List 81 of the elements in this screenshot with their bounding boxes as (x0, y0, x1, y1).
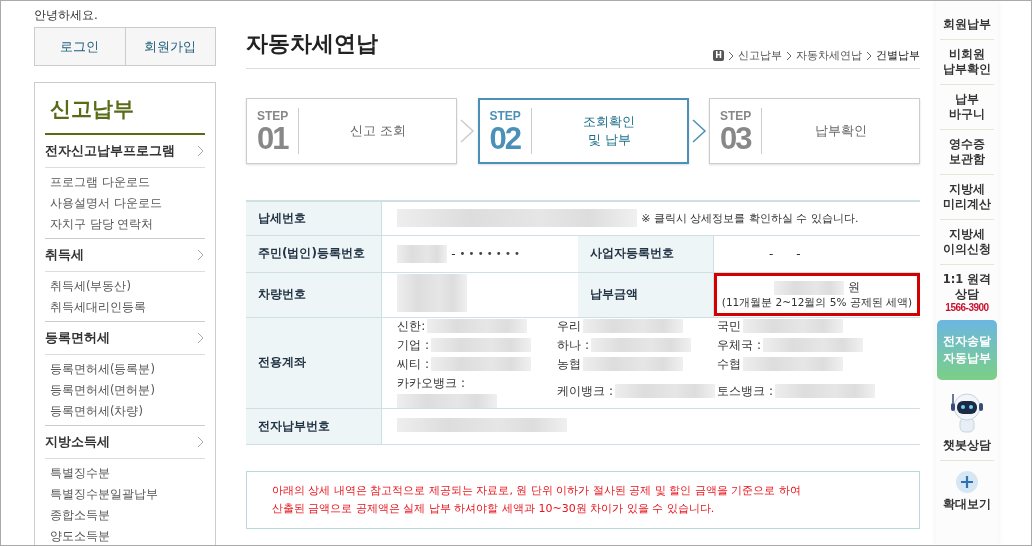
bank-name: 케이뱅크 : (557, 382, 614, 400)
sidebar-item[interactable]: 특별징수분일괄납부 (50, 484, 205, 505)
chevron-icon (197, 436, 205, 448)
row-label: 사업자등록번호 (578, 235, 714, 272)
id-separator: - (451, 246, 456, 261)
chevron-icon (197, 145, 205, 157)
step-number: 02 (489, 122, 521, 154)
quick-menu-link[interactable]: 영수증 보관함 (940, 130, 994, 175)
quick-menu-link[interactable]: 납부 바구니 (940, 85, 994, 130)
sidebar-item[interactable]: 양도소득분 (50, 526, 205, 545)
row-label: 주민(법인)등록번호 (246, 235, 382, 272)
row-label: 전용계좌 (246, 317, 382, 408)
chevron-icon (197, 249, 205, 261)
row-label: 납부금액 (578, 272, 714, 317)
quick-menu-link[interactable]: 회원납부 (940, 10, 994, 40)
bank-name: 신한: (397, 317, 426, 335)
quick-menu-link[interactable]: 지방세 이의신청 (940, 220, 994, 265)
currency-unit: 원 (848, 279, 860, 296)
phone-number: 1566-3900 (945, 302, 989, 313)
login-button[interactable]: 로그인 (35, 28, 126, 65)
chatbot-link[interactable]: 챗봇상담 (943, 438, 991, 453)
step-label: STEP (720, 108, 752, 123)
sidebar-group[interactable]: 지방소득세 (45, 426, 205, 459)
bank-name: 농협 (557, 355, 582, 373)
redacted-value (397, 274, 468, 312)
sidebar-group[interactable]: 등록면허세 (45, 322, 205, 355)
business-number: - - (768, 246, 801, 261)
greeting-text: 안녕하세요. (34, 7, 98, 24)
bank-name: 우체국 : (717, 336, 762, 354)
notice-text: 아래의 상세 내역은 참고적으로 제공되는 자료로, 원 단위 이하가 절사된 공제 및 할인 금액을 기준으로 하여 산출된 금액으로 공제액은 실제 납부 하셔야할 세액과 10~30원 차이가 있을 수 있습니다. (272, 482, 801, 517)
sidebar-item[interactable]: 자치구 담당 연락처 (50, 214, 205, 235)
bank-name: 씨티 : (397, 355, 430, 373)
row-label: 차량번호 (246, 272, 382, 317)
quick-menu-link[interactable]: 지방세 미리계산 (940, 175, 994, 220)
step-title: 조회확인 및 납부 (582, 113, 637, 149)
home-icon[interactable]: H (713, 50, 724, 61)
breadcrumb-link[interactable]: 자동차세연납 (796, 48, 862, 63)
sidebar-item[interactable]: 등록면허세(등록분) (50, 359, 205, 380)
redacted-value (774, 280, 844, 295)
sidebar-group[interactable]: 전자신고납부프로그램 (45, 135, 205, 168)
detail-note-link[interactable]: ※ 클릭시 상세정보를 확인하실 수 있습니다. (641, 210, 859, 226)
row-label: 납세번호 (246, 201, 382, 235)
bank-name: 하나 : (557, 336, 590, 354)
step-number: 01 (257, 122, 289, 154)
sidebar-item[interactable]: 취득세대리인등록 (50, 297, 205, 318)
amount-note: (11개월분 2~12월의 5% 공제된 세액) (721, 296, 913, 310)
sidebar-item[interactable]: 특별징수분 (50, 463, 205, 484)
sidebar-item[interactable]: 사용설명서 다운로드 (50, 193, 205, 214)
bank-name: 기업 : (397, 336, 430, 354)
step-label: STEP (489, 108, 521, 123)
signup-button[interactable]: 회원가입 (125, 28, 215, 65)
chevron-icon (786, 50, 792, 61)
bank-name: 국민 (717, 317, 742, 335)
redacted-value (397, 244, 448, 263)
step-label: STEP (257, 108, 289, 123)
step-title: 납부확인 (813, 122, 868, 140)
bank-name: 우리 (557, 317, 582, 335)
step-number: 03 (720, 122, 752, 154)
breadcrumb-link[interactable]: 신고납부 (738, 48, 782, 63)
zoom-link[interactable]: 확대보기 (943, 497, 991, 512)
quick-menu-link[interactable]: 비회원 납부확인 (940, 40, 994, 85)
masked-value: • • • • • • • (459, 248, 520, 259)
step-title: 신고 조회 (348, 122, 407, 140)
chevron-icon (728, 50, 734, 61)
page-title: 자동차세연납 (246, 30, 378, 58)
bank-name: 카카오뱅크 : (397, 374, 466, 392)
bank-name: 토스뱅크 : (717, 382, 774, 400)
sidebar-item[interactable]: 종합소득분 (50, 505, 205, 526)
sidebar-item[interactable]: 등록면허세(면허분) (50, 380, 205, 401)
sidebar-group[interactable]: 취득세 (45, 239, 205, 272)
sidebar-item[interactable]: 프로그램 다운로드 (50, 172, 205, 193)
quick-menu-link[interactable]: 1:1 원격 상담 (942, 272, 992, 302)
bank-name: 수협 (717, 355, 742, 373)
sidebar-title: 신고납부 (45, 83, 205, 135)
sidebar-item[interactable]: 취득세(부동산) (50, 276, 205, 297)
chevron-icon (866, 50, 872, 61)
breadcrumb-link[interactable]: 건별납부 (876, 48, 920, 63)
zoom-in-icon[interactable] (956, 471, 978, 493)
sidebar-item[interactable]: 등록면허세(차량) (50, 401, 205, 422)
chevron-icon (197, 332, 205, 344)
row-label: 전자납부번호 (246, 408, 382, 444)
